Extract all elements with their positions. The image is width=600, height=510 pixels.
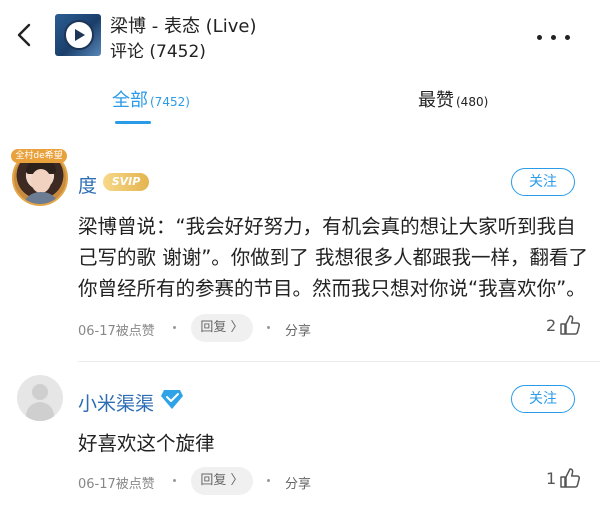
separator-dot: [173, 479, 176, 482]
song-title: 梁博 - 表态 (Live): [110, 16, 257, 37]
username[interactable]: 小米渠渠: [78, 389, 154, 416]
comment-text: 好喜欢这个旋律: [78, 432, 215, 455]
like-count[interactable]: 2: [546, 316, 556, 335]
comment-time: 06-17被点赞: [78, 324, 155, 339]
svip-badge: SVIP: [103, 173, 149, 191]
tab-top[interactable]: 最赞 (480): [418, 86, 488, 116]
like-count[interactable]: 1: [546, 469, 556, 488]
follow-button[interactable]: 关注: [511, 385, 575, 413]
tab-top-count: (480): [456, 95, 489, 109]
comment-text: 梁博曾说：“我会好好努力，有机会真的想让大家听到我自己写的歌 谢谢”。你做到了 …: [78, 215, 588, 300]
tab-top-label: 最赞: [418, 90, 454, 111]
more-options-icon[interactable]: [534, 33, 574, 43]
song-cover[interactable]: [55, 14, 101, 56]
divider: [78, 361, 600, 362]
thumbs-up-icon[interactable]: [559, 467, 581, 489]
reply-button[interactable]: 回复 〉: [191, 467, 253, 495]
comment-time: 06-17被点赞: [78, 477, 155, 492]
active-tab-indicator: [115, 121, 151, 124]
thumbs-up-icon[interactable]: [559, 314, 581, 336]
avatar-banner: 全村de希望: [11, 149, 67, 163]
tab-all[interactable]: 全部 (7452): [112, 86, 190, 116]
diamond-icon: [160, 388, 184, 410]
tab-all-label: 全部: [112, 90, 148, 111]
reply-button[interactable]: 回复 〉: [191, 314, 253, 342]
username[interactable]: 度: [78, 171, 97, 198]
comment-meta: 06-17被点赞 回复 〉 分享 1: [78, 467, 588, 495]
tab-all-count: (7452): [150, 95, 190, 109]
follow-button[interactable]: 关注: [511, 168, 575, 196]
back-arrow-icon[interactable]: [10, 20, 40, 50]
separator-dot: [267, 479, 270, 482]
comment-meta: 06-17被点赞 回复 〉 分享 2: [78, 314, 588, 342]
separator-dot: [267, 326, 270, 329]
avatar[interactable]: [17, 375, 63, 421]
play-icon: [64, 20, 94, 50]
comment-count: 评论 (7452): [110, 42, 206, 62]
top-bar: 梁博 - 表态 (Live) 评论 (7452): [0, 0, 600, 68]
share-button[interactable]: 分享: [285, 320, 311, 339]
separator-dot: [173, 326, 176, 329]
share-button[interactable]: 分享: [285, 473, 311, 492]
